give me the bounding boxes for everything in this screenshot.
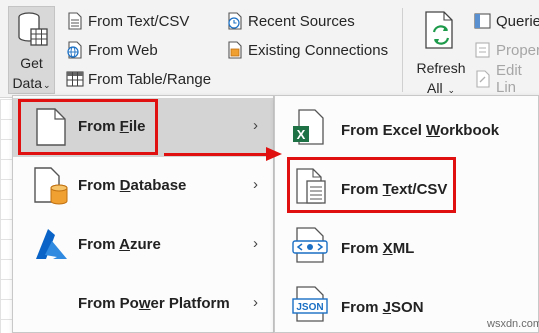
submenu-item-label: From XML xyxy=(341,240,415,257)
submenu-item-from-excel-workbook[interactable]: X From Excel Workbook xyxy=(275,98,538,157)
edit-links-button[interactable]: Edit Lin xyxy=(474,62,539,96)
svg-text:X: X xyxy=(297,127,306,142)
properties-label: Proper xyxy=(496,41,539,59)
chevron-down-icon: ⌄ xyxy=(447,85,455,95)
from-text-csv-ribbon-label: From Text/CSV xyxy=(88,12,190,30)
queries-label: Querie xyxy=(496,12,539,30)
chevron-right-icon: › xyxy=(253,117,258,134)
ribbon-group-divider xyxy=(402,8,403,92)
menu-item-from-database[interactable]: From Database › xyxy=(13,157,273,216)
properties-button[interactable]: Proper xyxy=(474,39,539,61)
existing-connections-button[interactable]: Existing Connections xyxy=(226,39,388,61)
json-icon: JSON xyxy=(292,286,328,322)
refresh-label-line2: All ⌄ xyxy=(427,80,455,96)
chevron-down-icon: ⌄ xyxy=(43,80,51,90)
database-icon xyxy=(34,167,68,205)
edit-links-icon xyxy=(476,70,490,88)
get-data-label-line2: Data⌄ xyxy=(12,75,51,91)
from-table-range-ribbon-label: From Table/Range xyxy=(88,70,212,88)
svg-text:JSON: JSON xyxy=(296,302,323,313)
from-web-ribbon-button[interactable]: From Web xyxy=(66,39,158,61)
highlight-box-from-text-csv xyxy=(287,157,456,213)
refresh-all-button[interactable]: Refresh All ⌄ xyxy=(408,6,474,96)
text-file-icon xyxy=(68,12,82,30)
web-page-icon xyxy=(67,41,82,59)
menu-item-label: From Power Platform xyxy=(78,295,230,312)
existing-connections-label: Existing Connections xyxy=(248,41,389,59)
menu-item-label: From Azure xyxy=(78,236,161,253)
menu-item-label: From Database xyxy=(78,177,187,194)
queries-icon xyxy=(474,13,491,29)
azure-icon xyxy=(36,229,67,259)
table-icon xyxy=(66,71,84,87)
refresh-icon xyxy=(425,11,453,49)
refresh-label-line1: Refresh xyxy=(416,60,466,76)
annotation-arrow-head-icon xyxy=(266,147,282,161)
from-web-ribbon-label: From Web xyxy=(88,41,158,59)
get-data-label-line1: Get xyxy=(20,55,43,71)
highlight-box-from-file xyxy=(18,99,158,155)
excel-workbook-icon: X xyxy=(293,109,324,145)
menu-item-from-power-platform[interactable]: From Power Platform › xyxy=(13,275,273,333)
from-text-csv-ribbon-button[interactable]: From Text/CSV xyxy=(66,10,189,32)
edit-links-label: Edit Lin xyxy=(496,62,522,96)
from-file-submenu: X From Excel Workbook From Text/CSV From… xyxy=(274,95,539,333)
chevron-right-icon: › xyxy=(253,235,258,252)
clock-document-icon xyxy=(228,12,242,30)
get-data-button[interactable]: Get Data⌄ xyxy=(8,6,55,94)
chevron-right-icon: › xyxy=(253,176,258,193)
data-ribbon: Get Data⌄ From Text/CSV From Web From Ta… xyxy=(0,0,539,98)
recent-sources-label: Recent Sources xyxy=(248,12,355,30)
watermark: wsxdn.com xyxy=(487,318,539,330)
xml-icon xyxy=(292,227,328,263)
queries-connections-button[interactable]: Querie xyxy=(474,10,539,32)
recent-sources-button[interactable]: Recent Sources xyxy=(226,10,355,32)
menu-item-from-azure[interactable]: From Azure › xyxy=(13,216,273,275)
connection-document-icon xyxy=(228,41,242,59)
submenu-item-label: From JSON xyxy=(341,299,424,316)
chevron-right-icon: › xyxy=(253,294,258,311)
annotation-arrow-line xyxy=(164,153,268,156)
from-table-range-ribbon-button[interactable]: From Table/Range xyxy=(66,68,211,90)
submenu-item-from-xml[interactable]: From XML xyxy=(275,216,538,275)
get-data-icon xyxy=(18,12,48,46)
submenu-item-label: From Excel Workbook xyxy=(341,122,500,139)
properties-icon xyxy=(475,42,490,58)
